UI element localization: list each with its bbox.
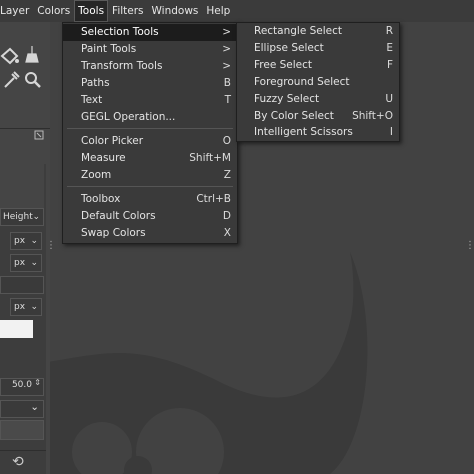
shortcut-label: X (223, 227, 231, 239)
chevron-down-icon: ⌄ (30, 236, 38, 246)
height-label: Height (3, 212, 33, 222)
menu-item-label: Selection Tools (81, 26, 159, 38)
shortcut-label: F (386, 59, 393, 71)
bucket-fill-icon[interactable] (0, 46, 20, 66)
menu-item-label: Foreground Select (254, 76, 350, 88)
chevron-right-icon: > (222, 26, 231, 38)
menu-item-label: Ellipse Select (254, 42, 324, 54)
color-picker-icon[interactable] (2, 70, 20, 90)
menu-windows[interactable]: Windows (148, 0, 203, 22)
menu-item-label: Swap Colors (81, 227, 146, 239)
shortcut-label: I (389, 126, 393, 138)
menu-item-by-color-select[interactable]: By Color Select Shift+O (237, 108, 399, 125)
unit-dropdown-1[interactable]: px ⌄ (10, 232, 42, 250)
menu-item-label: Zoom (81, 169, 112, 181)
value-spinbox[interactable]: 50.0 ⇕ (0, 378, 44, 396)
chevron-down-icon: ⌄ (30, 258, 38, 268)
menu-item-paths[interactable]: Paths B (63, 75, 237, 92)
tools-menu: Selection Tools > Paint Tools > Transfor… (62, 22, 238, 244)
menu-item-color-picker[interactable]: Color Picker O (63, 133, 237, 150)
menu-filters[interactable]: Filters (108, 0, 147, 22)
color-swatch[interactable] (0, 320, 33, 338)
chevron-down-icon: ⌄ (30, 302, 38, 312)
divider (0, 450, 46, 451)
menu-item-ellipse-select[interactable]: Ellipse Select E (237, 40, 399, 57)
menu-item-label: GEGL Operation... (81, 111, 176, 123)
shortcut-label: R (385, 25, 393, 37)
menu-tools[interactable]: Tools (74, 0, 109, 22)
menu-item-label: Measure (81, 152, 126, 164)
menu-item-label: Free Select (254, 59, 313, 71)
menu-item-label: Default Colors (81, 210, 156, 222)
menu-item-rectangle-select[interactable]: Rectangle Select R (237, 23, 399, 40)
menu-item-foreground-select[interactable]: Foreground Select (237, 74, 399, 91)
menu-item-zoom[interactable]: Zoom Z (63, 167, 237, 184)
selection-tools-submenu: Rectangle Select R Ellipse Select E Free… (236, 22, 400, 142)
menu-item-text[interactable]: Text T (63, 92, 237, 109)
mode-dropdown[interactable]: ⌄ (0, 400, 44, 418)
menu-item-label: Toolbox (81, 193, 121, 205)
shortcut-label: Ctrl+B (196, 193, 231, 205)
shortcut-label: O (222, 135, 231, 147)
position-field[interactable] (0, 276, 44, 294)
configure-icon[interactable] (34, 130, 44, 140)
menu-item-label: Paths (81, 77, 110, 89)
menu-item-default-colors[interactable]: Default Colors D (63, 208, 237, 225)
chevron-down-icon: ⌄ (32, 212, 40, 222)
unit-label: px (14, 258, 26, 268)
shortcut-label: Z (223, 169, 231, 181)
chevron-right-icon: > (222, 60, 231, 72)
menu-item-label: Transform Tools (81, 60, 163, 72)
toolbox-panel: Height ⌄ px ⌄ px ⌄ px ⌄ 50.0 ⇕ ⌄ ⟲ (0, 22, 50, 474)
shortcut-label: U (385, 93, 393, 105)
shortcut-label: Shift+O (352, 110, 393, 122)
value-label: 50.0 (11, 380, 32, 390)
blend-icon[interactable] (24, 44, 44, 66)
unit-dropdown-3[interactable]: px ⌄ (10, 298, 42, 316)
menu-item-selection-tools[interactable]: Selection Tools > (63, 24, 237, 41)
shortcut-label: T (224, 94, 231, 106)
menu-item-transform-tools[interactable]: Transform Tools > (63, 58, 237, 75)
menu-separator (67, 186, 233, 187)
menu-item-label: Intelligent Scissors (254, 126, 353, 138)
chevron-down-icon: ⌄ (30, 401, 39, 413)
menu-colors[interactable]: Colors (33, 0, 74, 22)
menu-item-fuzzy-select[interactable]: Fuzzy Select U (237, 91, 399, 108)
menu-item-label: Text (81, 94, 103, 106)
shortcut-label: B (223, 77, 231, 89)
menu-item-free-select[interactable]: Free Select F (237, 57, 399, 74)
menu-item-label: By Color Select (254, 110, 334, 122)
shortcut-label: E (386, 42, 393, 54)
menu-item-toolbox[interactable]: Toolbox Ctrl+B (63, 191, 237, 208)
shortcut-label: Shift+M (189, 152, 231, 164)
menu-item-measure[interactable]: Measure Shift+M (63, 150, 237, 167)
menu-item-label: Paint Tools (81, 43, 137, 55)
menu-item-swap-colors[interactable]: Swap Colors X (63, 225, 237, 242)
zoom-icon[interactable] (24, 70, 42, 90)
menu-item-label: Color Picker (81, 135, 144, 147)
left-drag-handle-icon[interactable]: ⋮ (50, 240, 56, 251)
tool-options-panel: Height ⌄ px ⌄ px ⌄ px ⌄ 50.0 ⇕ ⌄ ⟲ (0, 164, 46, 474)
reset-icon[interactable]: ⟲ (12, 454, 24, 470)
menu-item-gegl-operation[interactable]: GEGL Operation... (63, 109, 237, 126)
menu-layer[interactable]: Layer (0, 0, 33, 22)
shortcut-label: D (222, 210, 231, 222)
menu-help[interactable]: Help (202, 0, 234, 22)
menubar: Layer Colors Tools Filters Windows Help (0, 0, 474, 22)
menu-item-label: Rectangle Select (254, 25, 343, 37)
menu-item-label: Fuzzy Select (254, 93, 320, 105)
unit-label: px (14, 236, 26, 246)
menu-item-intelligent-scissors[interactable]: Intelligent Scissors I (237, 124, 399, 141)
options-preview (0, 164, 44, 210)
right-drag-handle-icon[interactable]: ⋮ (465, 240, 474, 251)
options-field[interactable] (0, 420, 44, 440)
spin-arrows-icon: ⇕ (34, 378, 41, 387)
unit-dropdown-2[interactable]: px ⌄ (10, 254, 42, 272)
menu-item-paint-tools[interactable]: Paint Tools > (63, 41, 237, 58)
divider (0, 128, 50, 129)
aspect-dropdown[interactable]: Height ⌄ (0, 208, 44, 226)
chevron-right-icon: > (222, 43, 231, 55)
unit-label: px (14, 302, 26, 312)
menu-separator (67, 128, 233, 129)
